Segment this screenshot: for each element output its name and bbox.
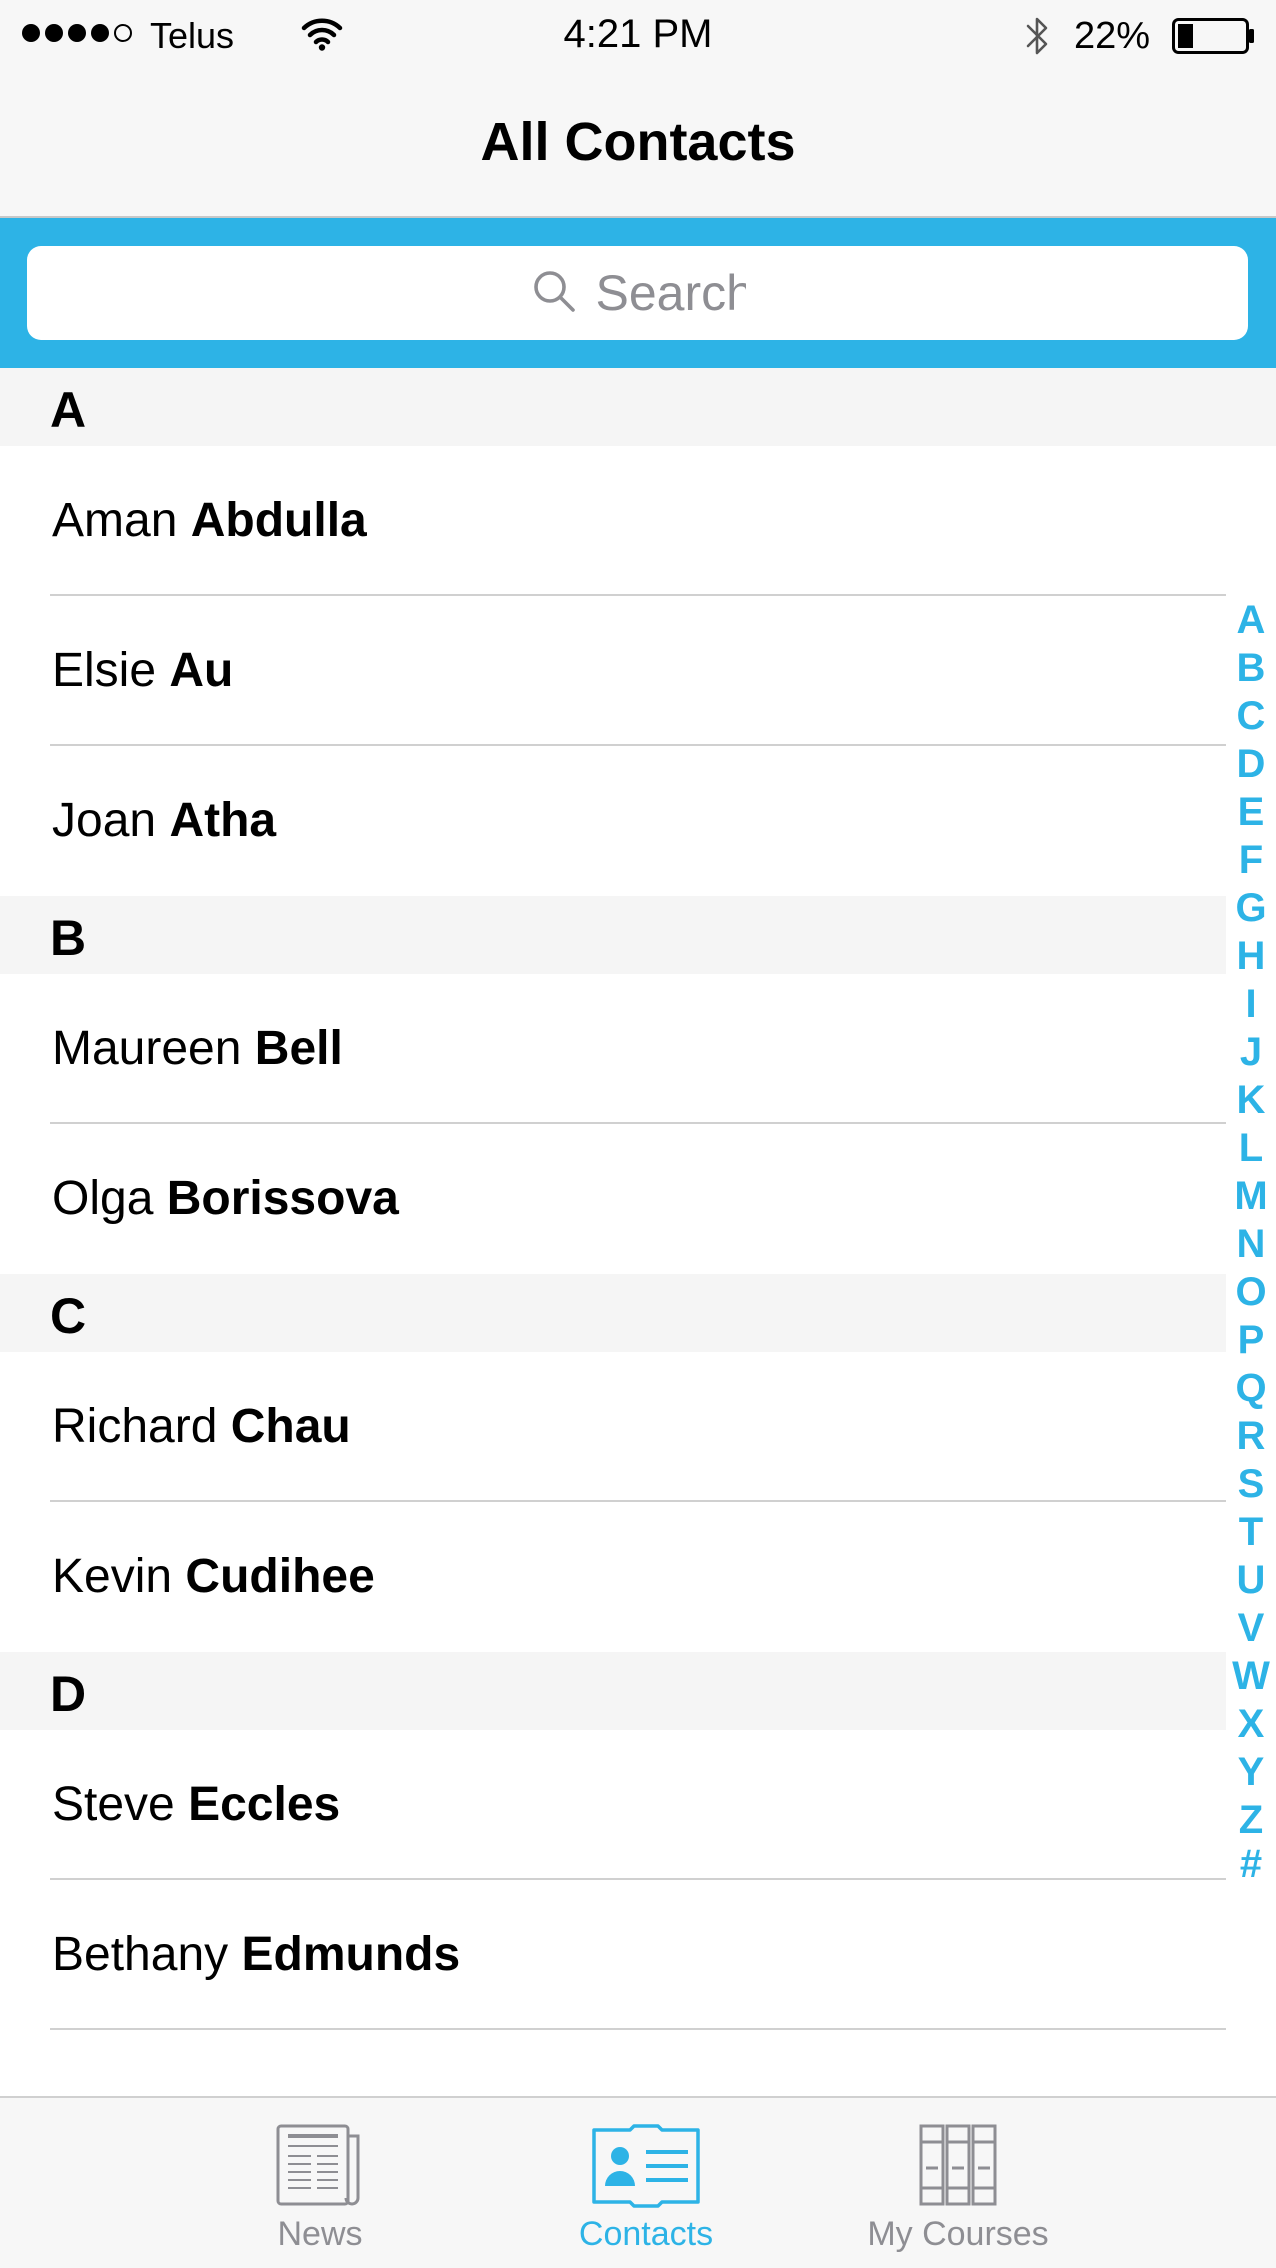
contact-row[interactable]: Richard Chau	[0, 1352, 1226, 1502]
tab-bar: News Contacts My Courses	[0, 2096, 1276, 2268]
search-input[interactable]	[595, 264, 746, 322]
contact-name: Aman Abdulla	[52, 492, 367, 550]
index-letter[interactable]: A	[1237, 596, 1266, 644]
last-name: Abdulla	[190, 494, 367, 547]
contact-name: Elsie Au	[52, 642, 233, 700]
first-name: Olga	[52, 1172, 154, 1225]
contact-row[interactable]: Bethany Edmunds	[0, 1880, 1226, 2030]
newspaper-icon	[276, 2124, 360, 2206]
index-letter[interactable]: N	[1237, 1220, 1266, 1268]
contact-card-icon	[592, 2124, 700, 2208]
section-header-a: A	[0, 368, 1276, 446]
index-letter[interactable]: G	[1235, 884, 1266, 932]
first-name: Steve	[52, 1778, 175, 1831]
contact-row[interactable]: Joan Atha	[0, 746, 1226, 896]
first-name: Joan	[52, 794, 157, 847]
index-letter[interactable]: J	[1240, 1028, 1262, 1076]
index-letter[interactable]: R	[1237, 1412, 1266, 1460]
contact-row[interactable]: Aman Abdulla	[0, 446, 1226, 596]
first-name: Kevin	[52, 1550, 173, 1603]
navigation-bar: All Contacts	[0, 70, 1276, 218]
index-letter[interactable]: O	[1235, 1268, 1266, 1316]
last-name: Eccles	[188, 1778, 341, 1831]
last-name: Borissova	[166, 1172, 399, 1225]
last-name: Edmunds	[241, 1928, 461, 1981]
search-bar	[0, 218, 1276, 368]
contact-name: Olga Borissova	[52, 1170, 399, 1228]
tab-label: My Courses	[867, 2215, 1049, 2253]
index-letter[interactable]: Q	[1235, 1364, 1266, 1412]
index-letter[interactable]: D	[1237, 740, 1266, 788]
index-letter[interactable]: Z	[1239, 1796, 1263, 1844]
index-letter[interactable]: H	[1237, 932, 1266, 980]
index-letter[interactable]: F	[1239, 836, 1263, 884]
index-letter[interactable]: X	[1238, 1700, 1265, 1748]
tab-my-courses[interactable]: My Courses	[838, 2098, 1078, 2268]
index-letter[interactable]: L	[1239, 1124, 1263, 1172]
contact-name: Maureen Bell	[52, 1020, 343, 1078]
status-bar: Telus 4:21 PM 22%	[0, 0, 1276, 70]
section-index-bar[interactable]: A B C D E F G H I J K L M N O P Q R S T U V W X Y Z #	[1226, 596, 1276, 1884]
first-name: Richard	[52, 1400, 218, 1453]
index-letter[interactable]: P	[1238, 1316, 1265, 1364]
last-name: Cudihee	[185, 1550, 375, 1603]
battery-percentage: 22%	[1074, 15, 1151, 57]
section-header-c: C	[0, 1274, 1226, 1352]
index-letter[interactable]: E	[1238, 788, 1265, 836]
last-name: Atha	[169, 794, 277, 847]
index-letter[interactable]: C	[1237, 692, 1266, 740]
first-name: Elsie	[52, 644, 157, 697]
contact-name: Steve Eccles	[52, 1776, 340, 1834]
index-letter[interactable]: W	[1232, 1652, 1270, 1700]
section-letter: A	[50, 382, 87, 438]
section-letter: C	[50, 1288, 87, 1344]
contact-name: Kevin Cudihee	[52, 1548, 375, 1606]
index-letter[interactable]: M	[1234, 1172, 1267, 1220]
index-letter[interactable]: I	[1245, 980, 1256, 1028]
tab-label: Contacts	[578, 2215, 714, 2253]
contact-row[interactable]: Maureen Bell	[0, 974, 1226, 1124]
last-name: Chau	[230, 1400, 351, 1453]
index-letter[interactable]: B	[1237, 644, 1266, 692]
contact-name: Joan Atha	[52, 792, 276, 850]
page-title: All Contacts	[480, 112, 796, 172]
tab-label: News	[277, 2215, 363, 2253]
contact-row[interactable]: Elsie Au	[0, 596, 1226, 746]
contact-row[interactable]: Kevin Cudihee	[0, 1502, 1226, 1652]
index-letter[interactable]: Y	[1238, 1748, 1265, 1796]
first-name: Maureen	[52, 1022, 242, 1075]
index-letter[interactable]: U	[1237, 1556, 1266, 1604]
section-letter: D	[50, 1666, 87, 1722]
books-icon	[919, 2124, 997, 2206]
first-name: Aman	[52, 494, 178, 547]
index-letter[interactable]: #	[1240, 1844, 1262, 1884]
search-icon	[533, 271, 575, 312]
index-letter[interactable]: V	[1238, 1604, 1265, 1652]
section-letter: B	[50, 910, 87, 966]
tab-contacts[interactable]: Contacts	[526, 2098, 766, 2268]
section-header-b: B	[0, 896, 1226, 974]
search-field[interactable]	[27, 246, 1248, 340]
contact-list[interactable]: A Aman Abdulla Elsie Au Joan Atha B Maur…	[0, 368, 1276, 2030]
contact-name: Richard Chau	[52, 1398, 351, 1456]
bluetooth-icon	[1026, 17, 1048, 55]
contact-name: Bethany Edmunds	[52, 1926, 460, 1984]
contact-row[interactable]: Olga Borissova	[0, 1124, 1226, 1274]
last-name: Au	[169, 644, 234, 697]
section-header-d: D	[0, 1652, 1226, 1730]
first-name: Bethany	[52, 1928, 229, 1981]
index-letter[interactable]: K	[1237, 1076, 1266, 1124]
index-letter[interactable]: S	[1238, 1460, 1265, 1508]
battery-icon	[1172, 18, 1254, 54]
contact-row[interactable]: Steve Eccles	[0, 1730, 1226, 1880]
index-letter[interactable]: T	[1239, 1508, 1263, 1556]
last-name: Bell	[254, 1022, 343, 1075]
tab-news[interactable]: News	[200, 2098, 440, 2268]
